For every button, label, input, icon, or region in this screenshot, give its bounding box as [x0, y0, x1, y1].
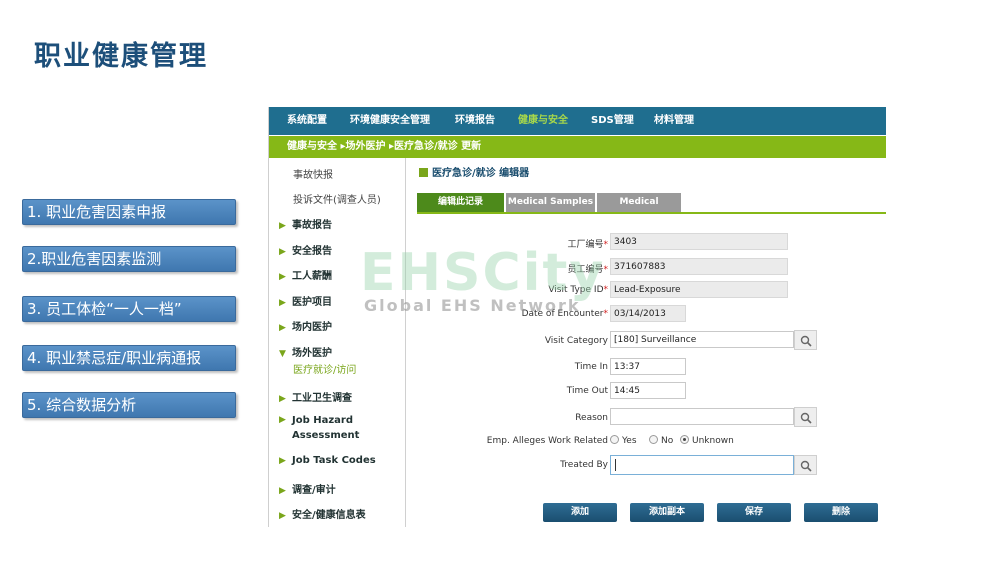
expand-arrow-icon: ▶: [279, 323, 286, 333]
sidebar-section-audit[interactable]: ▶ 调查/审计: [279, 481, 336, 496]
expand-arrow-icon: ▶: [279, 456, 286, 466]
menu-item-1[interactable]: 1. 职业危害因素申报: [22, 199, 236, 225]
top-navigation: 系统配置 环境健康安全管理 环境报告 健康与安全 SDS管理 材料管理: [269, 107, 886, 135]
breadcrumb: 健康与安全 ▸场外医护 ▸医疗急诊/就诊 更新: [269, 136, 886, 158]
sidebar-section-job-task[interactable]: ▶ Job Task Codes: [279, 455, 376, 466]
sidebar-section-medical[interactable]: ▶ 医护项目: [279, 293, 332, 308]
sidebar-section-workers-comp[interactable]: ▶ 工人薪酬: [279, 267, 332, 282]
expand-arrow-icon: ▶: [279, 394, 286, 404]
time-out-label: Time Out: [566, 386, 608, 396]
employee-id-field: 371607883: [610, 258, 788, 275]
sidebar-section-onsite[interactable]: ▶ 场内医护: [279, 318, 332, 333]
text-cursor: [615, 459, 616, 471]
radio-yes[interactable]: Yes: [610, 435, 637, 446]
expand-arrow-icon: ▶: [279, 272, 286, 282]
time-in-field[interactable]: 13:37: [610, 358, 686, 375]
visit-type-label: Visit Type ID*: [548, 285, 608, 295]
sidebar-section-offsite[interactable]: ▼ 场外医护: [279, 344, 332, 359]
sidebar-link-complaint[interactable]: 投诉文件(调查人员): [293, 191, 381, 206]
add-button[interactable]: 添加: [543, 503, 617, 522]
menu-item-2[interactable]: 2.职业危害因素监测: [22, 246, 236, 272]
sidebar-item-medical-visit[interactable]: 医疗就诊/访问: [293, 361, 356, 376]
radio-unknown[interactable]: Unknown: [680, 435, 734, 446]
plant-id-label: 工厂编号*: [567, 240, 608, 250]
expand-arrow-icon: ▶: [279, 247, 286, 257]
radio-button-icon: [649, 435, 658, 444]
radio-no[interactable]: No: [649, 435, 673, 446]
search-icon: [800, 335, 812, 347]
search-icon: [800, 460, 812, 472]
expand-arrow-icon: ▶: [279, 298, 286, 308]
radio-button-icon: [610, 435, 619, 444]
reason-label: Reason: [575, 413, 608, 423]
expand-arrow-icon: ▶: [279, 415, 286, 425]
search-icon: [800, 412, 812, 424]
visit-type-field: Lead-Exposure: [610, 281, 788, 298]
sidebar-section-safety[interactable]: ▶ 安全报告: [279, 242, 332, 257]
page-title: 医疗急诊/就诊 编辑器: [419, 164, 529, 179]
app-screenshot: 系统配置 环境健康安全管理 环境报告 健康与安全 SDS管理 材料管理 健康与安…: [268, 107, 886, 527]
work-related-label: Emp. Alleges Work Related: [486, 436, 608, 446]
sidebar-link-incident-flash[interactable]: 事故快报: [293, 166, 333, 181]
treated-by-field[interactable]: [610, 455, 794, 475]
expand-arrow-icon: ▶: [279, 486, 286, 496]
tab-medical-samples[interactable]: Medical Samples: [506, 193, 595, 212]
nav-ehs-management[interactable]: 环境健康安全管理: [350, 107, 430, 135]
visit-category-search-button[interactable]: [794, 330, 817, 350]
nav-system-config[interactable]: 系统配置: [287, 107, 327, 135]
edit-icon: [419, 168, 428, 177]
sidebar-section-sds-info[interactable]: ▶ 安全/健康信息表: [279, 506, 366, 521]
menu-item-4[interactable]: 4. 职业禁忌症/职业病通报: [22, 345, 236, 371]
tab-medical-findings[interactable]: Medical Findings: [597, 193, 681, 226]
reason-search-button[interactable]: [794, 407, 817, 427]
employee-id-label: 员工编号*: [567, 265, 608, 275]
delete-button[interactable]: 删除: [804, 503, 878, 522]
time-out-field[interactable]: 14:45: [610, 382, 686, 399]
time-in-label: Time In: [574, 362, 608, 372]
sidebar-section-ih-survey[interactable]: ▶ 工业卫生调查: [279, 389, 352, 404]
nav-sds[interactable]: SDS管理: [591, 107, 634, 135]
expand-arrow-icon: ▶: [279, 511, 286, 521]
save-button[interactable]: 保存: [717, 503, 791, 522]
nav-materials[interactable]: 材料管理: [654, 107, 694, 135]
visit-category-label: Visit Category: [544, 336, 608, 346]
tab-bar: 编辑此记录 Medical Samples Medical Findings: [417, 193, 886, 226]
sidebar-section-jha[interactable]: ▶ Job Hazard Assessment: [279, 413, 389, 443]
nav-env-report[interactable]: 环境报告: [455, 107, 495, 135]
menu-item-5[interactable]: 5. 综合数据分析: [22, 392, 236, 418]
radio-selected-icon: [680, 435, 689, 444]
nav-health-safety[interactable]: 健康与安全: [518, 107, 568, 135]
plant-id-field: 3403: [610, 233, 788, 250]
add-copy-button[interactable]: 添加副本: [630, 503, 704, 522]
date-field: 03/14/2013: [610, 305, 686, 322]
tab-edit-record[interactable]: 编辑此记录: [417, 193, 504, 212]
visit-category-field[interactable]: [180] Surveillance: [610, 331, 794, 348]
treated-by-search-button[interactable]: [794, 455, 817, 475]
menu-item-3[interactable]: 3. 员工体检“一人一档”: [22, 296, 236, 322]
date-label: Date of Encounter*: [521, 309, 608, 319]
sidebar: 事故快报 投诉文件(调查人员) ▶ 事故报告 ▶ 安全报告 ▶ 工人薪酬 ▶ 医护项目 …: [269, 158, 406, 527]
collapse-arrow-icon: ▼: [279, 349, 286, 359]
expand-arrow-icon: ▶: [279, 221, 286, 231]
treated-by-label: Treated By: [560, 460, 608, 470]
reason-field[interactable]: [610, 408, 794, 425]
slide-title: 职业健康管理: [34, 41, 208, 72]
sidebar-section-incident[interactable]: ▶ 事故报告: [279, 216, 332, 231]
